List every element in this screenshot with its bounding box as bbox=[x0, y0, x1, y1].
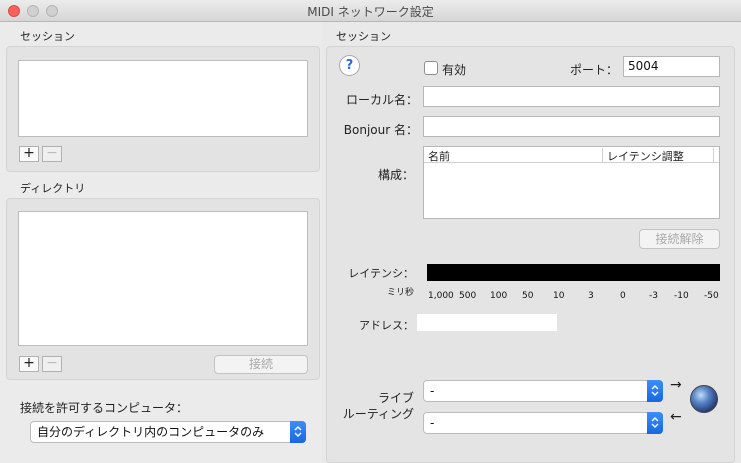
session-detail-title: セッション bbox=[336, 30, 391, 43]
bonjour-name-label: Bonjour 名： bbox=[343, 123, 418, 137]
window-title: MIDI ネットワーク設定 bbox=[307, 5, 434, 19]
allow-computers-select[interactable]: 自分のディレクトリ内のコンピュータのみ bbox=[30, 421, 306, 443]
latency-tick: 50 bbox=[522, 291, 534, 301]
routing-out-value: - bbox=[430, 384, 435, 398]
help-button[interactable]: ? bbox=[339, 55, 360, 76]
disconnect-button[interactable]: 接続解除 bbox=[639, 229, 720, 249]
remove-session-button[interactable]: − bbox=[42, 146, 62, 162]
live-routing-label-line-1: ライブ bbox=[377, 391, 414, 405]
bonjour-name-field[interactable] bbox=[423, 116, 720, 137]
enabled-label: 有効 bbox=[442, 63, 467, 77]
participants-table[interactable]: 名前 レイテンシ調整 bbox=[423, 146, 720, 219]
chevron-updown-icon bbox=[647, 380, 663, 402]
allow-computers-label: 接続を許可するコンピュータ： bbox=[20, 401, 189, 415]
sessions-title: セッション bbox=[20, 30, 75, 43]
routing-in-value: - bbox=[430, 416, 435, 430]
arrow-right-icon: → bbox=[670, 377, 682, 393]
enabled-checkbox[interactable] bbox=[424, 61, 438, 75]
port-field[interactable]: 5004 bbox=[623, 56, 720, 77]
latency-label: レイテンシ： bbox=[348, 267, 414, 280]
address-label: アドレス： bbox=[359, 319, 414, 332]
latency-tick: 1,000 bbox=[428, 291, 454, 301]
network-globe-icon bbox=[690, 385, 718, 413]
directory-list[interactable] bbox=[18, 211, 308, 346]
latency-tick: 500 bbox=[459, 291, 477, 301]
allow-computers-value: 自分のディレクトリ内のコンピュータのみ bbox=[37, 425, 265, 439]
local-name-field[interactable] bbox=[423, 86, 720, 107]
column-divider bbox=[713, 148, 714, 162]
title-bar: MIDI ネットワーク設定 bbox=[0, 0, 741, 22]
latency-tick: 3 bbox=[588, 291, 594, 301]
column-divider bbox=[602, 148, 603, 162]
latency-tick: 100 bbox=[490, 291, 508, 301]
latency-meter bbox=[427, 264, 720, 281]
directory-title: ディレクトリ bbox=[20, 182, 86, 195]
latency-tick: -50 bbox=[704, 291, 719, 301]
local-name-label: ローカル名： bbox=[345, 93, 418, 107]
latency-tick: -10 bbox=[674, 291, 689, 301]
chevron-updown-icon bbox=[290, 421, 306, 443]
latency-tick: -3 bbox=[649, 291, 658, 301]
address-value bbox=[417, 314, 557, 331]
column-latency-adjust[interactable]: レイテンシ調整 bbox=[607, 148, 684, 164]
sessions-list[interactable] bbox=[18, 60, 308, 137]
routing-in-select[interactable]: - bbox=[423, 412, 663, 434]
remove-directory-button[interactable]: − bbox=[42, 356, 62, 372]
add-directory-button[interactable]: + bbox=[19, 356, 39, 372]
latency-tick: 0 bbox=[620, 291, 626, 301]
add-session-button[interactable]: + bbox=[19, 146, 39, 162]
configuration-label: 構成： bbox=[377, 168, 414, 182]
arrow-left-icon: ← bbox=[670, 409, 682, 425]
live-routing-label-line-2: ルーティング bbox=[342, 407, 414, 421]
routing-out-select[interactable]: - bbox=[423, 380, 663, 402]
connect-button[interactable]: 接続 bbox=[214, 355, 308, 374]
latency-tick: 10 bbox=[553, 291, 565, 301]
column-name[interactable]: 名前 bbox=[428, 148, 450, 164]
chevron-updown-icon bbox=[647, 412, 663, 434]
latency-unit: ミリ秒 bbox=[386, 288, 414, 298]
table-header: 名前 レイテンシ調整 bbox=[424, 147, 719, 163]
port-label: ポート： bbox=[569, 63, 618, 77]
